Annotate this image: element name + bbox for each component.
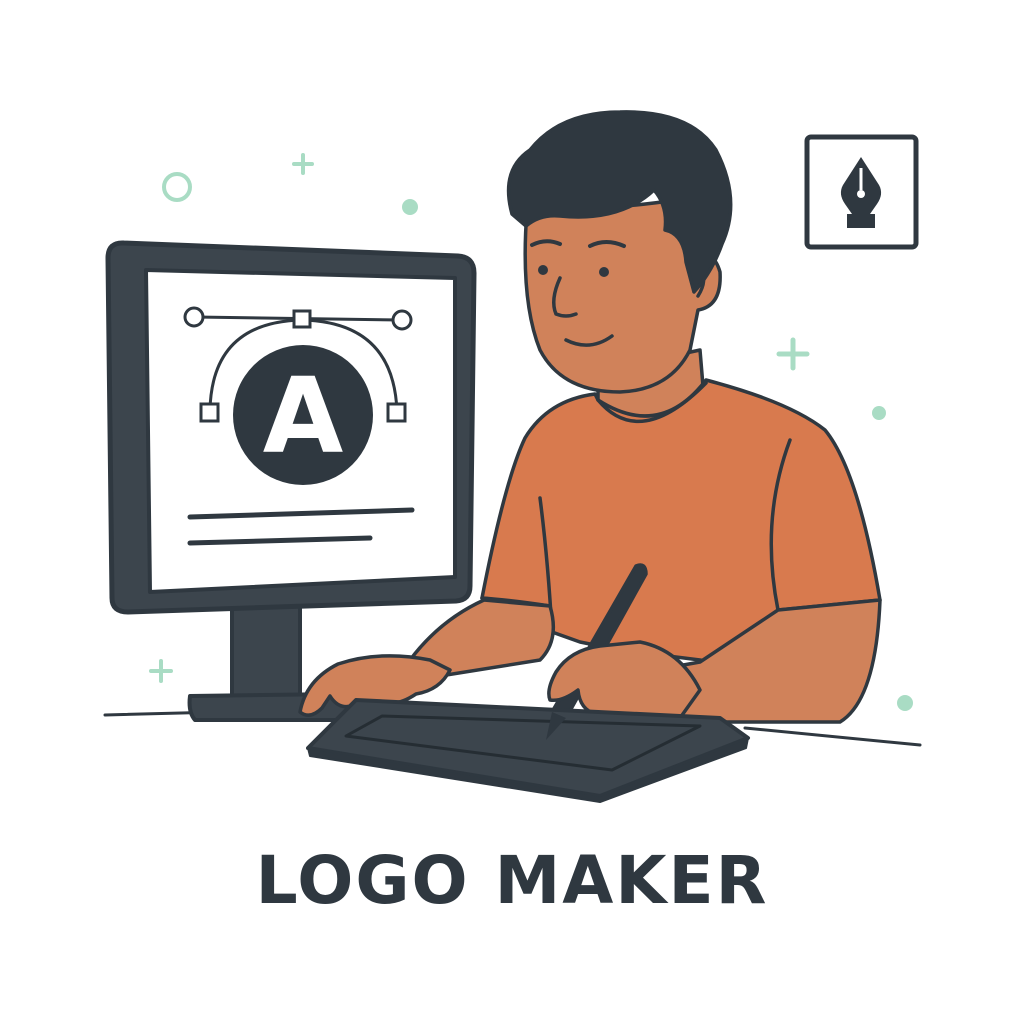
anchor-point xyxy=(199,402,220,423)
drawing-tablet xyxy=(306,698,750,803)
anchor-point xyxy=(386,402,407,423)
pen-nib-icon xyxy=(804,134,919,250)
dot-decoration xyxy=(402,199,418,215)
plus-decoration xyxy=(149,659,173,683)
circle-outline-decoration xyxy=(162,172,192,202)
anchor-point xyxy=(183,306,205,328)
page-title: LOGO MAKER xyxy=(255,842,769,919)
logo-letter: A xyxy=(263,355,344,477)
dot-decoration xyxy=(897,695,913,711)
dot-decoration xyxy=(872,406,886,420)
anchor-point xyxy=(292,309,312,329)
anchor-point xyxy=(391,309,413,331)
plus-decoration xyxy=(776,337,810,371)
plus-decoration xyxy=(292,153,314,175)
